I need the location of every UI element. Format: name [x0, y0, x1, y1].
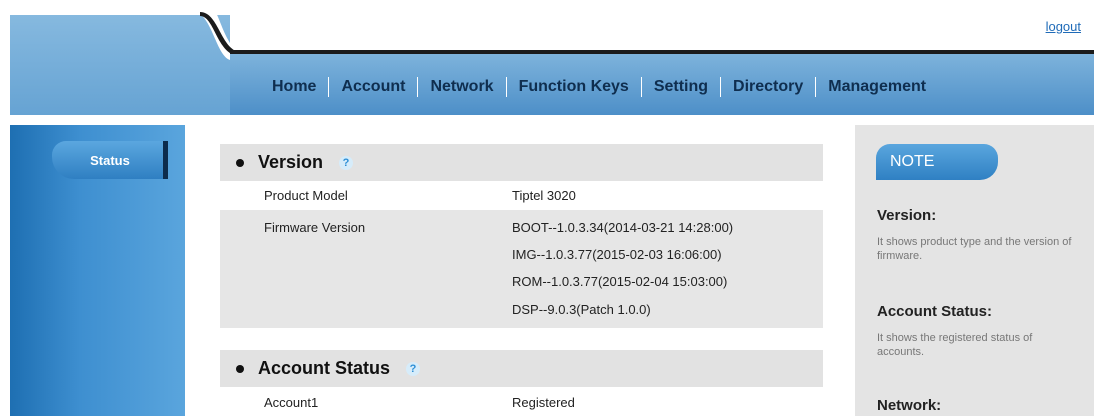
nav-network[interactable]: Network	[418, 78, 505, 96]
account1-label: Account1	[264, 395, 319, 410]
note-heading: Network:	[877, 397, 942, 414]
help-icon[interactable]: ?	[339, 155, 354, 170]
nav-directory[interactable]: Directory	[721, 78, 815, 96]
nav-home[interactable]: Home	[260, 78, 328, 96]
help-icon[interactable]: ?	[406, 361, 421, 376]
header-divider	[230, 50, 1094, 54]
firmware-boot-value: BOOT--1.0.3.34(2014-03-21 14:28:00)	[512, 220, 734, 235]
main-navigation: Home Account Network Function Keys Setti…	[260, 64, 938, 110]
bullet-icon	[236, 364, 244, 373]
account-status-title: Account Status	[258, 358, 391, 378]
version-title: Version	[258, 152, 324, 172]
bullet-icon	[236, 158, 244, 167]
header-top-strip	[230, 0, 1094, 50]
sidebar-item-status[interactable]: Status	[52, 141, 168, 179]
note-text: It shows product type and the version of…	[877, 236, 1072, 262]
note-heading: Account Status:	[877, 303, 993, 320]
nav-account[interactable]: Account	[329, 78, 417, 96]
nav-setting[interactable]: Setting	[642, 78, 720, 96]
account1-status-value: Registered	[512, 395, 575, 410]
firmware-img-value: IMG--1.0.3.77(2015-02-03 16:06:00)	[512, 247, 722, 262]
nav-management[interactable]: Management	[816, 78, 938, 96]
version-section-header: Version ?	[220, 144, 823, 181]
logout-link[interactable]: logout	[1046, 19, 1081, 34]
firmware-dsp-value: DSP--9.0.3(Patch 1.0.0)	[512, 302, 651, 317]
account-status-section-header: Account Status ?	[220, 350, 823, 387]
product-model-value: Tiptel 3020	[512, 188, 576, 203]
note-heading: Version:	[877, 207, 937, 224]
firmware-rom-value: ROM--1.0.3.77(2015-02-04 15:03:00)	[512, 274, 728, 289]
product-model-label: Product Model	[264, 188, 348, 203]
nav-function-keys[interactable]: Function Keys	[507, 78, 641, 96]
note-text: It shows the registered status of accoun…	[877, 332, 1033, 358]
table-row: Firmware Version BOOT--1.0.3.34(2014-03-…	[220, 210, 823, 328]
firmware-version-label: Firmware Version	[264, 220, 366, 235]
note-tab: NOTE	[876, 144, 998, 180]
table-row: Product Model Tiptel 3020	[220, 183, 823, 208]
table-row: Account1 Registered	[220, 390, 823, 416]
